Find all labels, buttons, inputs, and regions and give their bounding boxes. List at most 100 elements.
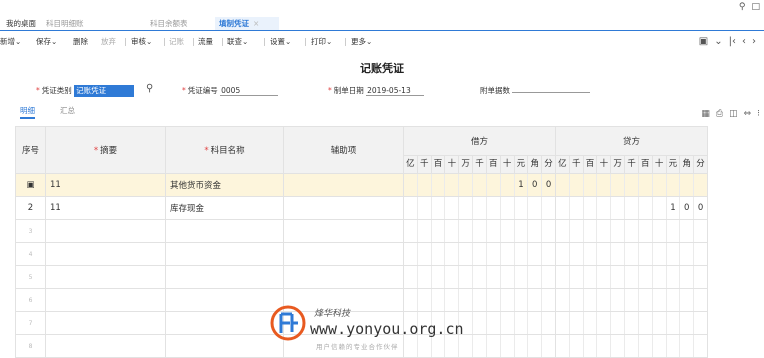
voucher-no-input[interactable]: 0005: [220, 86, 279, 96]
debit-amount-cell[interactable]: [403, 196, 556, 220]
chevron-down-icon: ⌄: [15, 37, 22, 46]
table-row[interactable]: 4: [15, 242, 708, 266]
divider: [164, 38, 165, 46]
toolbar-save[interactable]: 保存⌄: [36, 35, 57, 49]
seq-cell: 3: [15, 219, 46, 243]
tab-account-detail[interactable]: 科目明细账: [42, 17, 88, 30]
credit-amount-cell[interactable]: [555, 242, 708, 266]
aux-cell[interactable]: [283, 242, 404, 266]
account-cell[interactable]: [165, 242, 284, 266]
account-cell[interactable]: [165, 219, 284, 243]
amount-digit: 0: [527, 174, 541, 196]
credit-amount-cell[interactable]: [555, 334, 708, 358]
debit-unit: 千: [472, 156, 486, 173]
amount-digit: [693, 335, 707, 357]
amount-digit: 1: [665, 197, 680, 219]
close-icon[interactable]: ×: [253, 19, 259, 28]
summary-cell[interactable]: 11: [45, 173, 166, 197]
debit-amount-cell[interactable]: 100: [403, 173, 556, 197]
aux-cell[interactable]: [283, 196, 404, 220]
amount-digit: [527, 335, 541, 357]
account-cell[interactable]: [165, 334, 284, 358]
amount-digit: [596, 335, 610, 357]
account-cell[interactable]: 其他货币资金: [165, 173, 284, 197]
prev-icon[interactable]: ‹: [742, 36, 746, 47]
first-page-icon[interactable]: |‹: [729, 36, 736, 47]
arrows-icon[interactable]: ⇔: [744, 109, 752, 119]
credit-amount-cell[interactable]: [555, 311, 708, 335]
toolbar-post[interactable]: 记账: [169, 35, 184, 49]
next-icon[interactable]: ›: [752, 36, 756, 47]
columns-icon[interactable]: ◫: [729, 109, 738, 119]
pin-icon[interactable]: ⁝: [757, 109, 760, 119]
credit-amount-cell[interactable]: [555, 288, 708, 312]
amount-digit: [568, 312, 583, 334]
amount-digit: [458, 266, 472, 288]
debit-amount-cell[interactable]: [403, 242, 556, 266]
amount-digit: [637, 220, 652, 242]
account-cell[interactable]: 库存现金: [165, 196, 284, 220]
chevron-down-icon[interactable]: ⌄: [714, 36, 722, 47]
subtab-detail[interactable]: 明细: [20, 105, 35, 119]
search-icon[interactable]: ⚲: [146, 83, 153, 94]
subtab-summary[interactable]: 汇总: [60, 105, 75, 117]
amount-digit: [582, 289, 597, 311]
account-cell[interactable]: [165, 311, 284, 335]
amount-digit: [665, 335, 680, 357]
toolbar-audit[interactable]: 审核⌄: [131, 35, 152, 49]
tab-voucher-entry[interactable]: 填制凭证 ×: [215, 17, 279, 30]
toolbar-delete[interactable]: 删除: [73, 35, 88, 49]
summary-cell[interactable]: 11: [45, 196, 166, 220]
date-input[interactable]: 2019-05-13: [366, 86, 425, 96]
restore-icon[interactable]: □: [751, 2, 760, 12]
summary-cell[interactable]: [45, 311, 166, 335]
amount-digit: [430, 197, 445, 219]
table-row[interactable]: 5: [15, 265, 708, 289]
toolbar-settings[interactable]: 设置⌄: [270, 35, 291, 49]
summary-cell[interactable]: [45, 288, 166, 312]
debit-unit: 元: [513, 156, 528, 173]
summary-cell[interactable]: [45, 219, 166, 243]
account-cell[interactable]: [165, 288, 284, 312]
voucher-type-input[interactable]: 记账凭证: [74, 85, 135, 97]
amount-digit: [541, 335, 555, 357]
toolbar-discard[interactable]: 放弃: [101, 35, 116, 49]
print-icon[interactable]: ⎙: [716, 109, 723, 119]
credit-amount-cell[interactable]: [555, 265, 708, 289]
table-row[interactable]: ▣ 11 其他货币资金 1 0 0: [15, 173, 708, 197]
amount-digit: 0: [541, 174, 555, 196]
grid-icon[interactable]: ▦: [701, 109, 710, 119]
toolbar-trace[interactable]: 联查⌄: [227, 35, 248, 49]
scan-icon[interactable]: ▣: [699, 36, 708, 47]
amount-digit: [556, 266, 569, 288]
toolbar-flow[interactable]: 流量: [198, 35, 213, 49]
summary-cell[interactable]: [45, 334, 166, 358]
amount-digit: [485, 174, 500, 196]
search-icon[interactable]: ⚲: [739, 2, 746, 12]
toolbar-add[interactable]: 新增⌄: [0, 35, 21, 49]
table-row[interactable]: 2 11 库存现金 1 0 0: [15, 196, 708, 220]
debit-amount-cell[interactable]: [403, 219, 556, 243]
amount-digit: [679, 266, 693, 288]
summary-cell[interactable]: [45, 265, 166, 289]
attachments-input[interactable]: [512, 92, 591, 93]
amount-digit: [444, 197, 458, 219]
aux-cell[interactable]: [283, 173, 404, 197]
debit-amount-cell[interactable]: [403, 265, 556, 289]
amount-digit: [624, 174, 638, 196]
toolbar-print[interactable]: 打印⌄: [311, 35, 332, 49]
voucher-type-field: * 凭证类别 记账凭证: [36, 85, 135, 97]
aux-cell[interactable]: [283, 219, 404, 243]
table-row[interactable]: 3: [15, 219, 708, 243]
summary-cell[interactable]: [45, 242, 166, 266]
credit-amount-cell[interactable]: [555, 219, 708, 243]
credit-amount-cell[interactable]: [555, 173, 708, 197]
required-mark: *: [93, 146, 99, 156]
account-cell[interactable]: [165, 265, 284, 289]
amount-digit: [651, 335, 666, 357]
credit-amount-cell[interactable]: 100: [555, 196, 708, 220]
aux-cell[interactable]: [283, 265, 404, 289]
tab-account-balance[interactable]: 科目余额表: [146, 17, 192, 30]
tab-my-desktop[interactable]: 我的桌面: [2, 17, 40, 30]
toolbar-more[interactable]: 更多⌄: [351, 35, 372, 49]
